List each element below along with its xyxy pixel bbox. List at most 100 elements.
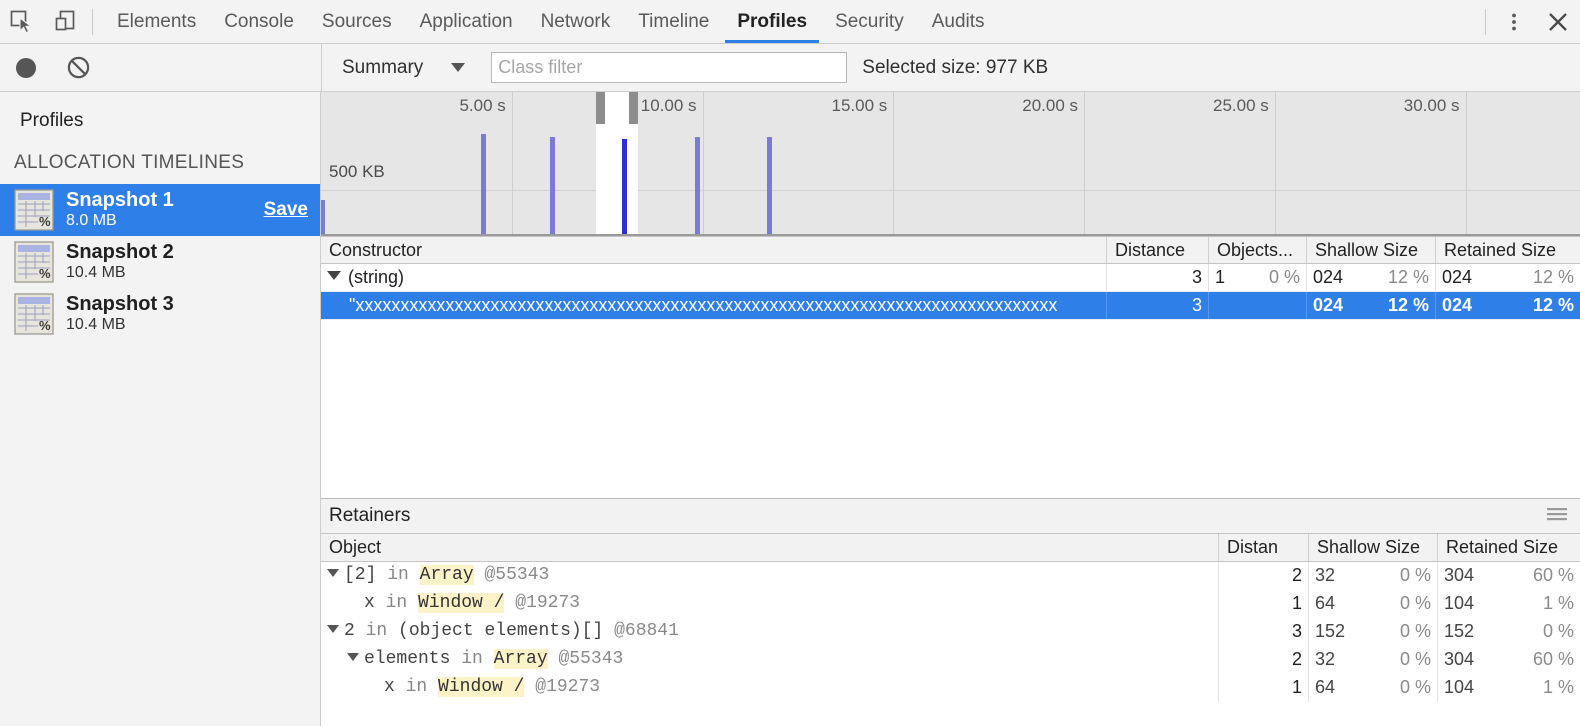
cell-retained-size: 024 12 % — [1436, 292, 1580, 319]
cell-retainer-object: x in Window / @19273 — [321, 674, 1219, 702]
snapshot-item-3[interactable]: %Snapshot 310.4 MB — [0, 288, 320, 340]
column-header-retainer-retained-size[interactable]: Retained Size — [1438, 534, 1580, 561]
cell-retainer-distance: 2 — [1219, 646, 1309, 674]
cell-retainer-distance: 1 — [1219, 590, 1309, 618]
more-vertical-icon[interactable] — [1492, 0, 1536, 43]
snapshot-thumbnail-icon: % — [14, 189, 54, 231]
objects-count-value: 1 — [1215, 264, 1225, 291]
retainer-object-id: @19273 — [535, 677, 600, 697]
retainers-header: Retainers — [321, 498, 1580, 534]
constructor-table-header: Constructor Distance Objects... Shallow … — [321, 236, 1580, 264]
svg-text:%: % — [39, 266, 51, 281]
shallow-size-value: 024 — [1313, 264, 1343, 291]
profiles-sidebar: Profiles ALLOCATION TIMELINES %Snapshot … — [0, 92, 321, 726]
retainer-keyword: in — [406, 677, 428, 697]
retainer-row[interactable]: 2 in (object elements)[] @6884131520 %15… — [321, 618, 1580, 646]
constructor-table-empty-area — [321, 320, 1580, 498]
retainer-shallow-value: 64 — [1315, 674, 1335, 701]
retainers-body: [2] in Array @553432320 %30460 %x in Win… — [321, 562, 1580, 702]
expand-triangle-icon[interactable] — [347, 653, 359, 661]
selected-size-label: Selected size: 977 KB — [862, 57, 1048, 79]
column-header-object[interactable]: Object — [321, 534, 1219, 561]
device-toolbar-icon[interactable] — [44, 0, 88, 43]
column-header-retainer-distance[interactable]: Distan — [1219, 534, 1309, 561]
toolbar-right-actions — [1485, 0, 1580, 43]
column-header-constructor[interactable]: Constructor — [321, 237, 1107, 263]
expand-triangle-icon[interactable] — [327, 625, 339, 633]
cell-retainer-retained-size: 30460 % — [1438, 562, 1580, 590]
retainer-row[interactable]: [2] in Array @553432320 %30460 % — [321, 562, 1580, 590]
save-snapshot-link[interactable]: Save — [264, 199, 308, 221]
hamburger-menu-icon[interactable] — [1546, 506, 1568, 527]
tab-audits[interactable]: Audits — [918, 0, 999, 43]
close-icon[interactable] — [1536, 0, 1580, 43]
retained-size-value: 024 — [1442, 264, 1472, 291]
overview-window-resize-handle-right[interactable] — [629, 92, 638, 124]
toolbar-divider-right — [1485, 9, 1486, 35]
constructor-table-body: (string)310 %02412 %02412 %"xxxxxxxxxxxx… — [321, 264, 1580, 320]
cell-retainer-distance: 1 — [1219, 674, 1309, 702]
column-header-retainer-shallow-size[interactable]: Shallow Size — [1309, 534, 1438, 561]
retainer-row[interactable]: elements in Array @553432320 %30460 % — [321, 646, 1580, 674]
retainer-keyword: in — [386, 593, 408, 613]
overview-x-tick-label: 25.00 s — [1213, 96, 1275, 116]
cell-distance: 3 — [1107, 292, 1209, 319]
cell-retainer-retained-size: 30460 % — [1438, 646, 1580, 674]
snapshot-size: 10.4 MB — [66, 263, 308, 283]
expand-triangle-icon[interactable] — [327, 569, 339, 577]
retainer-class-name: (object elements)[] — [398, 621, 603, 641]
retained-size-value: 024 — [1442, 292, 1472, 319]
retainer-retained-value: 304 — [1444, 646, 1474, 673]
tab-console[interactable]: Console — [210, 0, 308, 43]
view-mode-select[interactable]: Summary — [342, 57, 471, 79]
cell-retainer-object: elements in Array @55343 — [321, 646, 1219, 674]
overview-gridline — [1084, 92, 1085, 236]
retainer-shallow-percent: 0 % — [1400, 674, 1431, 701]
overview-window-resize-handle-left[interactable] — [596, 92, 605, 124]
record-circle-icon[interactable] — [0, 44, 52, 91]
constructor-row[interactable]: (string)310 %02412 %02412 % — [321, 264, 1580, 292]
retainer-retained-value: 304 — [1444, 562, 1474, 589]
tab-timeline[interactable]: Timeline — [624, 0, 723, 43]
retainer-shallow-value: 32 — [1315, 646, 1335, 673]
overview-x-tick-label: 20.00 s — [1022, 96, 1084, 116]
snapshot-item-2[interactable]: %Snapshot 210.4 MB — [0, 236, 320, 288]
retainer-keyword: in — [387, 565, 409, 585]
retainer-row[interactable]: x in Window / @19273164 0 % 1041 % — [321, 674, 1580, 702]
retainer-class-name: Array — [420, 565, 474, 585]
column-header-shallow-size[interactable]: Shallow Size — [1307, 237, 1436, 263]
expand-triangle-icon[interactable] — [327, 271, 341, 280]
column-header-objects-count[interactable]: Objects... — [1209, 237, 1307, 263]
column-header-retained-size[interactable]: Retained Size — [1436, 237, 1580, 263]
tab-elements[interactable]: Elements — [103, 0, 210, 43]
tab-application[interactable]: Application — [406, 0, 527, 43]
inspect-cursor-icon[interactable] — [0, 0, 44, 43]
cell-distance: 3 — [1107, 264, 1209, 291]
cell-retainer-object: [2] in Array @55343 — [321, 562, 1219, 590]
cell-constructor: (string) — [321, 264, 1107, 291]
tab-security[interactable]: Security — [821, 0, 918, 43]
retainers-title: Retainers — [329, 505, 410, 527]
tab-network[interactable]: Network — [527, 0, 625, 43]
panel-tabs: ElementsConsoleSourcesApplicationNetwork… — [103, 0, 999, 43]
retainer-row[interactable]: x in Window / @192731640 %1041 % — [321, 590, 1580, 618]
retainer-shallow-percent: 0 % — [1400, 618, 1431, 645]
cell-retainer-object: 2 in (object elements)[] @68841 — [321, 618, 1219, 646]
tab-sources[interactable]: Sources — [308, 0, 406, 43]
retained-size-percent: 12 % — [1533, 292, 1574, 319]
constructor-row[interactable]: "xxxxxxxxxxxxxxxxxxxxxxxxxxxxxxxxxxxxxxx… — [321, 292, 1580, 320]
snapshot-name: Snapshot 1 — [66, 189, 264, 211]
svg-text:%: % — [39, 318, 51, 333]
snapshot-item-1[interactable]: %Snapshot 18.0 MBSave — [0, 184, 320, 236]
class-filter-input[interactable] — [491, 52, 847, 83]
retainer-class-name: Window / — [418, 593, 504, 613]
clear-prohibited-icon[interactable] — [52, 44, 104, 91]
allocation-timeline-overview[interactable]: 5.00 s10.00 s15.00 s20.00 s25.00 s30.00 … — [321, 92, 1580, 236]
cell-objects-count — [1209, 292, 1307, 319]
column-header-distance[interactable]: Distance — [1107, 237, 1209, 263]
retainer-shallow-value: 32 — [1315, 562, 1335, 589]
cell-retainer-retained-size: 1041 % — [1438, 674, 1580, 702]
retainer-property: 2 — [344, 621, 355, 641]
retainer-object-id: @55343 — [558, 649, 623, 669]
tab-profiles[interactable]: Profiles — [723, 0, 821, 43]
